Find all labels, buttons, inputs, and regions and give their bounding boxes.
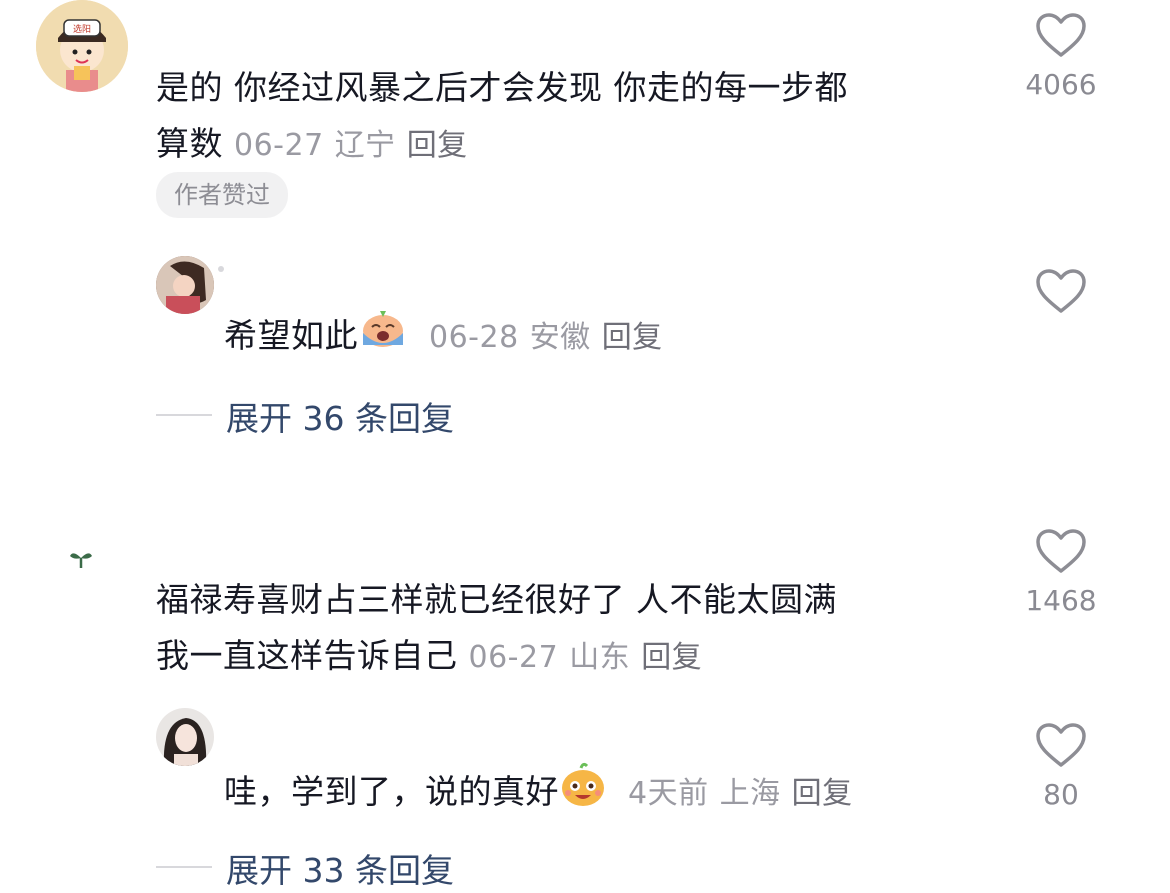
like-count: 1468 — [1025, 584, 1097, 617]
expand-replies-button[interactable]: 展开 33 条回复 — [226, 844, 454, 892]
comment-text-line1: 福禄寿喜财占三样就已经很好了 人不能太圆满 — [156, 580, 837, 619]
reply-location: 上海 — [719, 776, 781, 811]
reply-text: 希望如此 — [224, 316, 358, 355]
expand-prefix: 展开 — [226, 399, 292, 438]
expand-count: 36 — [302, 399, 345, 438]
reply-date: 06-28 — [429, 320, 519, 355]
comment-text-line2: 我一直这样告诉自己 — [156, 636, 458, 675]
author-liked-badge: 作者赞过 — [156, 172, 288, 218]
sprout-icon — [68, 548, 94, 574]
delighted-emoji — [559, 762, 607, 825]
expand-prefix: 展开 — [226, 851, 292, 890]
heart-outline-icon — [1036, 13, 1086, 57]
heart-outline-icon — [1036, 529, 1086, 573]
reply-text: 哇，学到了，说的真好 — [224, 772, 559, 811]
avatar[interactable]: 选阳 — [36, 0, 128, 92]
reply-date: 4天前 — [628, 776, 709, 811]
reply-button[interactable]: 回复 — [602, 320, 663, 355]
reply-button[interactable]: 回复 — [641, 640, 702, 675]
like-button[interactable]: 4066 — [1021, 12, 1101, 101]
expand-divider — [156, 414, 212, 416]
like-button[interactable] — [1021, 268, 1101, 358]
reply-location: 安徽 — [529, 320, 591, 355]
reply-button[interactable]: 回复 — [407, 128, 468, 163]
like-button[interactable]: 80 — [1021, 722, 1101, 811]
expand-count: 33 — [302, 851, 345, 890]
comment-text-line2: 算数 — [156, 124, 223, 163]
avatar-label: 选阳 — [73, 23, 91, 35]
comment-text: 是的 你经过风暴之后才会发现 你走的每一步都 算数 06-27 辽宁 回复 — [156, 60, 986, 174]
expand-suffix: 条回复 — [355, 399, 454, 438]
expand-suffix: 条回复 — [355, 851, 454, 890]
reply-text-row: 希望如此 06-28 安徽 回复 — [224, 308, 663, 366]
heart-outline-icon — [1036, 269, 1086, 313]
reply-button[interactable]: 回复 — [792, 776, 853, 811]
reply-avatar[interactable] — [156, 256, 214, 314]
like-count — [1021, 324, 1101, 358]
comment-location: 山东 — [569, 640, 631, 675]
comment-date: 06-27 — [468, 640, 559, 675]
decor-dot — [218, 266, 224, 272]
like-count: 4066 — [1025, 68, 1097, 101]
like-button[interactable]: 1468 — [1021, 528, 1101, 617]
expand-divider — [156, 866, 212, 868]
crying-emoji — [358, 309, 408, 366]
comment-location: 辽宁 — [334, 128, 396, 163]
comment-date: 06-27 — [234, 128, 324, 163]
expand-replies-button[interactable]: 展开 36 条回复 — [226, 392, 454, 440]
reply-text-row: 哇，学到了，说的真好 4天前 上海 回复 — [224, 762, 853, 825]
like-count: 80 — [1043, 778, 1079, 811]
reply-avatar[interactable] — [156, 708, 214, 766]
comment-text-line1: 是的 你经过风暴之后才会发现 你走的每一步都 — [156, 68, 848, 107]
heart-outline-icon — [1036, 723, 1086, 767]
comment-text: 福禄寿喜财占三样就已经很好了 人不能太圆满 我一直这样告诉自己 06-27 山东… — [156, 572, 986, 686]
